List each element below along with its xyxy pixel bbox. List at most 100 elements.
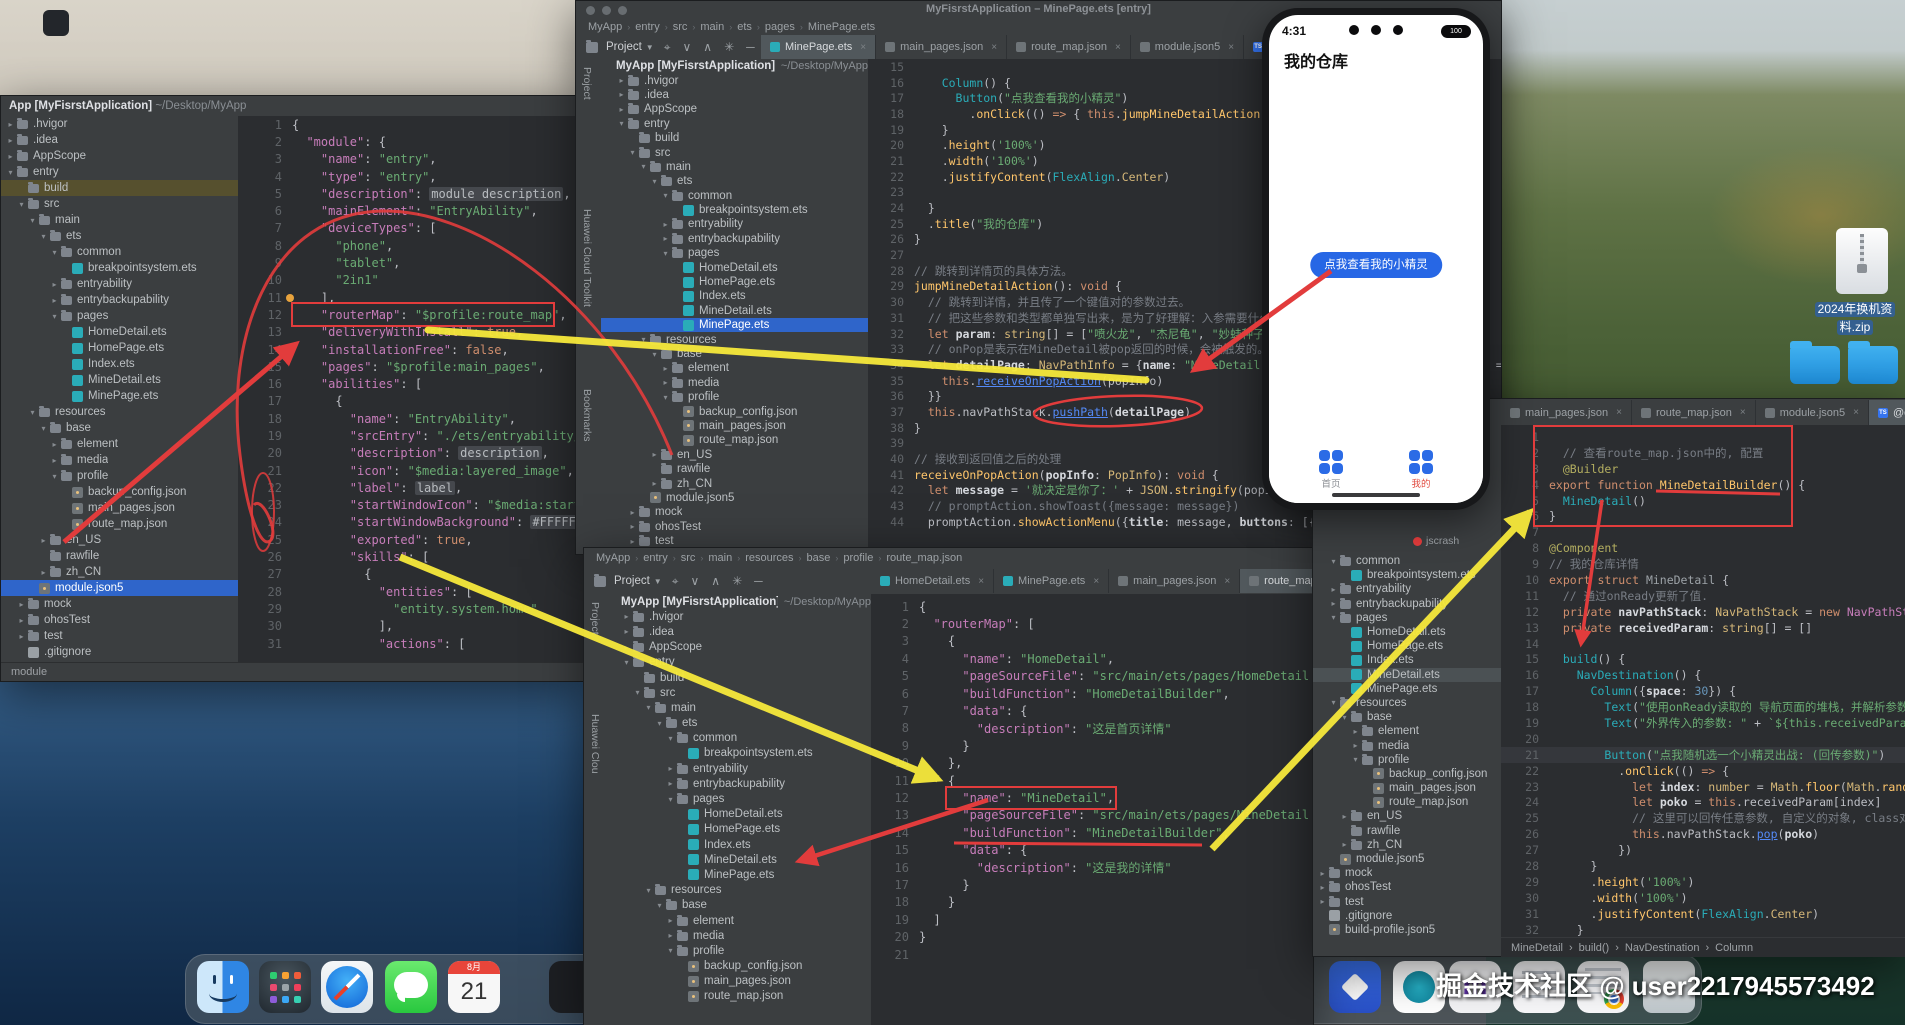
breadcrumb-item[interactable]: MineDetail <box>1511 942 1563 954</box>
tree-expander-icon[interactable]: ▸ <box>49 456 60 465</box>
notification-jscrash[interactable]: jscrash <box>1413 535 1459 547</box>
minimize-icon[interactable]: ─ <box>746 36 755 58</box>
breakpoint-icon[interactable] <box>286 293 294 302</box>
code-editor-route-map[interactable]: 1{2 "routerMap": [3 {4 "name": "HomeDeta… <box>871 594 1313 1025</box>
tree-item[interactable]: ▸ zh_CN <box>1 564 238 580</box>
tree-item[interactable]: MinePage.ets <box>606 867 871 882</box>
breadcrumb-item[interactable]: src <box>673 21 688 33</box>
tree-item[interactable]: main_pages.json <box>1 500 238 516</box>
tree-expander-icon[interactable]: ▸ <box>1328 599 1339 608</box>
tab-module.json5[interactable]: module.json5 × <box>1756 400 1869 425</box>
tree-expander-icon[interactable]: ▾ <box>1339 713 1350 722</box>
tree-expander-icon[interactable]: ▸ <box>621 643 632 652</box>
tree-item[interactable]: ▾ resources <box>606 883 871 898</box>
editor-tabs[interactable]: HomeDetail.ets × MinePage.ets × main_pages.j… <box>871 569 1313 593</box>
tree-item[interactable]: build <box>601 131 868 145</box>
tree-expander-icon[interactable]: ▸ <box>16 616 27 625</box>
tree-expander-icon[interactable]: ▸ <box>49 280 60 289</box>
tree-expander-icon[interactable]: ▸ <box>1350 741 1361 750</box>
tree-item[interactable]: main_pages.json <box>1313 781 1501 795</box>
tree-item[interactable]: ▾ src <box>1 196 238 212</box>
stripe-project[interactable]: Project <box>589 602 601 635</box>
tree-item[interactable]: backup_config.json <box>606 959 871 974</box>
close-icon[interactable]: × <box>991 42 997 53</box>
tree-item[interactable]: ▸ .idea <box>601 88 868 102</box>
breadcrumb-item[interactable]: ets <box>737 21 752 33</box>
tree-item[interactable]: ▸ en_US <box>1313 809 1501 823</box>
tree-expander-icon[interactable]: ▸ <box>16 632 27 641</box>
collapse-icon[interactable]: ∧ <box>711 570 720 592</box>
tree-item[interactable]: ▸ mock <box>1 596 238 612</box>
tree-item[interactable]: breakpointsystem.ets <box>1313 568 1501 582</box>
tree-expander-icon[interactable]: ▸ <box>660 364 671 373</box>
tree-expander-icon[interactable]: ▾ <box>38 232 49 241</box>
tree-expander-icon[interactable]: ▸ <box>1350 727 1361 736</box>
tree-item[interactable]: HomePage.ets <box>606 822 871 837</box>
tree-expander-icon[interactable]: ▾ <box>49 312 60 321</box>
tree-item[interactable]: HomeDetail.ets <box>1313 625 1501 639</box>
settings-icon[interactable]: ✳ <box>732 570 742 592</box>
tree-item[interactable]: ▸ entryability <box>1 276 238 292</box>
tree-expander-icon[interactable]: ▾ <box>638 335 649 344</box>
tree-item[interactable]: ▾ base <box>601 347 868 361</box>
tree-expander-icon[interactable]: ▸ <box>621 612 632 621</box>
tab-route_map.json[interactable]: route_map.json × <box>1632 400 1756 425</box>
tree-item[interactable]: ▸ ohosTest <box>1 612 238 628</box>
project-tree[interactable]: ▾ common breakpointsystem.ets ▸ entryability… <box>1313 554 1501 937</box>
tree-item[interactable]: MinePage.ets <box>1 388 238 404</box>
tree-expander-icon[interactable]: ▸ <box>38 536 49 545</box>
tree-item[interactable]: ▾ resources <box>1313 696 1501 710</box>
tree-item[interactable]: Index.ets <box>1 356 238 372</box>
breadcrumb-item[interactable]: NavDestination <box>1625 942 1700 954</box>
tree-expander-icon[interactable]: ▸ <box>38 568 49 577</box>
tree-item[interactable]: ▸ .hvigor <box>1 116 238 132</box>
tree-item[interactable]: module.json5 <box>1 580 238 596</box>
breadcrumb-item[interactable]: Column <box>1715 942 1753 954</box>
zip-file-icon[interactable] <box>1836 228 1888 294</box>
tree-expander-icon[interactable]: ▾ <box>632 688 643 697</box>
editor-tabs[interactable]: main_pages.json × route_map.json × module.js… <box>1501 400 1905 425</box>
tree-expander-icon[interactable]: ▾ <box>49 248 60 257</box>
tree-expander-icon[interactable]: ▸ <box>1339 812 1350 821</box>
tree-item[interactable]: ▾ pages <box>601 246 868 260</box>
tree-item[interactable]: ▸ element <box>1 436 238 452</box>
tree-item[interactable]: ▸ .hvigor <box>601 73 868 87</box>
tab-@ohos.promptAction.d.ts[interactable]: TS@ohos.promptAction.d.ts× <box>1868 400 1905 425</box>
tree-item[interactable]: ▸ mock <box>601 505 868 519</box>
tree-item[interactable]: ▾ common <box>1313 554 1501 568</box>
code-editor-module-json5[interactable]: 1{2 "module": {3 "name": "entry", 4 "type… <box>238 116 586 663</box>
tree-item[interactable]: ▸ entrybackupability <box>1 292 238 308</box>
tree-expander-icon[interactable]: ▸ <box>660 378 671 387</box>
tree-item[interactable]: ▸ .idea <box>606 624 871 639</box>
tree-expander-icon[interactable]: ▸ <box>649 450 660 459</box>
breadcrumb-item[interactable]: profile <box>843 552 873 564</box>
tree-expander-icon[interactable]: ▸ <box>5 120 16 129</box>
editor-breadcrumb[interactable]: MineDetail › build() › NavDestination › Column <box>1501 937 1905 957</box>
calendar-icon[interactable]: 8月 21 <box>448 961 500 1013</box>
breadcrumb-item[interactable]: base <box>807 552 831 564</box>
tree-item[interactable]: ▸ entrybackupability <box>601 232 868 246</box>
tree-expander-icon[interactable]: ▾ <box>649 177 660 186</box>
tree-expander-icon[interactable]: ▸ <box>660 220 671 229</box>
breadcrumb-item[interactable]: route_map.json <box>886 552 962 564</box>
tree-item[interactable]: HomePage.ets <box>1313 639 1501 653</box>
tree-item[interactable]: MineDetail.ets <box>606 852 871 867</box>
locate-icon[interactable]: ⌖ <box>672 570 679 592</box>
tree-item[interactable]: ▸ mock <box>1313 866 1501 880</box>
tree-item[interactable]: ▸ zh_CN <box>601 476 868 490</box>
tree-expander-icon[interactable]: ▾ <box>638 162 649 171</box>
tree-item[interactable]: Index.ets <box>606 837 871 852</box>
launchpad-icon[interactable] <box>259 961 311 1013</box>
tree-item[interactable]: ▾ resources <box>1 404 238 420</box>
project-tree[interactable]: MyApp [MyFisrstApplication] ~/Desktop/MyA… <box>601 59 868 554</box>
tree-item[interactable]: ▾ base <box>606 898 871 913</box>
tree-item[interactable]: ▾ entry <box>601 117 868 131</box>
tree-item[interactable]: build <box>1 180 238 196</box>
tree-expander-icon[interactable]: ▸ <box>1328 585 1339 594</box>
close-icon[interactable]: × <box>1115 42 1121 53</box>
close-icon[interactable]: × <box>1616 407 1622 418</box>
tree-item[interactable]: main_pages.json <box>601 419 868 433</box>
tree-item[interactable]: backup_config.json <box>1 484 238 500</box>
breadcrumb-item[interactable]: MyApp <box>596 552 630 564</box>
tree-item[interactable]: MineDetail.ets <box>1313 667 1501 682</box>
